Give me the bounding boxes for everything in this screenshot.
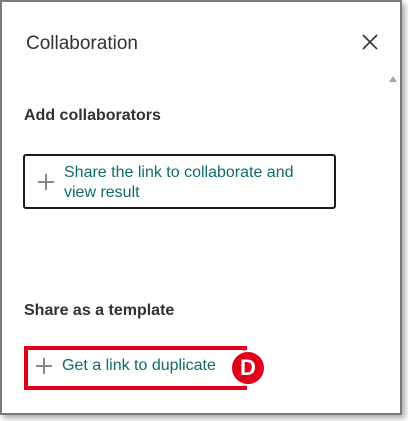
share-template-heading: Share as a template (24, 302, 175, 319)
close-button[interactable] (358, 30, 382, 54)
share-collaborate-link-label: Share the link to collaborate and view r… (64, 164, 294, 201)
plus-icon (38, 174, 54, 190)
get-duplicate-link-label: Get a link to duplicate (62, 357, 216, 374)
plus-icon (36, 358, 52, 374)
add-collaborators-heading: Add collaborators (24, 107, 161, 124)
share-collaborate-link-button[interactable]: Share the link to collaborate and view r… (23, 154, 336, 209)
close-icon (362, 34, 378, 50)
scroll-up-arrow[interactable] (389, 76, 397, 82)
callout-badge: D (230, 350, 266, 386)
panel-title: Collaboration (26, 33, 138, 54)
